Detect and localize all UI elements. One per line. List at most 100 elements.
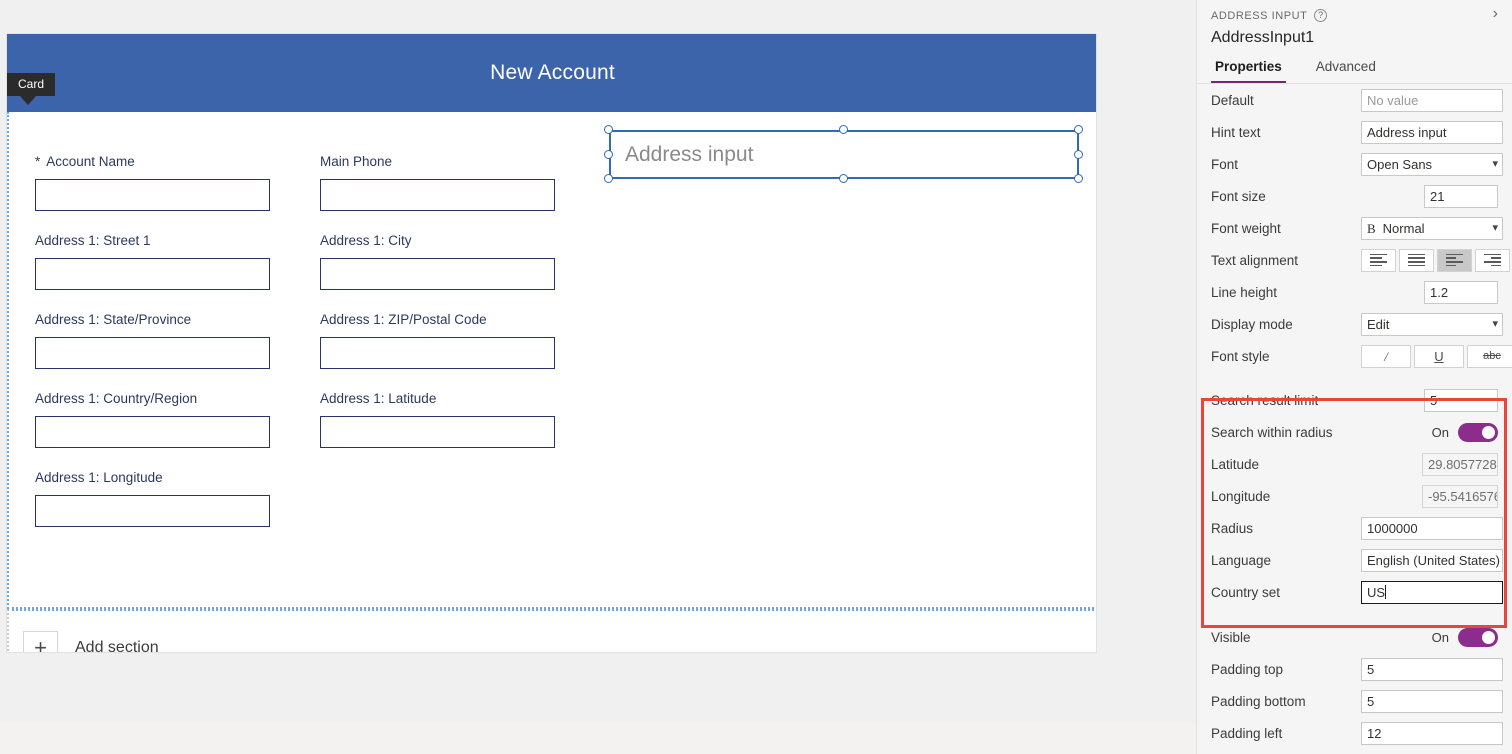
visible-toggle[interactable]: On [1431, 627, 1498, 647]
form-title: New Account [490, 61, 615, 84]
add-section-strip[interactable]: + Add section [7, 609, 1096, 652]
form-body[interactable]: * Account Name Address 1: Street 1 Addres… [7, 112, 1096, 609]
property-label: Font [1211, 156, 1239, 172]
property-row-visible: Visible On [1197, 621, 1512, 653]
field-label: Address 1: Street 1 [35, 233, 151, 248]
resize-handle-top-left[interactable] [604, 125, 613, 134]
form-field-account-name[interactable]: * Account Name [35, 154, 270, 211]
form-field-zip-postal[interactable]: Address 1: ZIP/Postal Code [320, 312, 555, 369]
field-label: Address 1: Longitude [35, 470, 163, 485]
property-row-latitude: Latitude 29.8057728 [1197, 448, 1512, 480]
properties-panel: ADDRESS INPUT ? › AddressInput1 Properti… [1196, 0, 1512, 754]
font-weight-select[interactable]: B Normal ▾ [1361, 216, 1503, 240]
hint-text-input[interactable]: Address input [1361, 120, 1503, 144]
property-label: Country set [1211, 584, 1281, 600]
form-field-state-province[interactable]: Address 1: State/Province [35, 312, 270, 369]
card-tooltip-pointer [20, 96, 36, 105]
field-label: Address 1: ZIP/Postal Code [320, 312, 487, 327]
field-input[interactable] [320, 416, 555, 448]
canvas-editor-area: New Account * Account Name Address 1: Str… [0, 0, 1196, 722]
field-input[interactable] [35, 495, 270, 527]
resize-handle-bottom-center[interactable] [839, 174, 848, 183]
bold-icon: B [1367, 220, 1376, 236]
resize-handle-bottom-right[interactable] [1074, 174, 1083, 183]
property-label: Latitude [1211, 456, 1260, 472]
form-field-city[interactable]: Address 1: City [320, 233, 555, 290]
form-field-latitude[interactable]: Address 1: Latitude [320, 391, 555, 448]
resize-handle-middle-right[interactable] [1074, 150, 1083, 159]
card-tooltip-badge: Card [7, 73, 56, 105]
property-label: Font weight [1211, 220, 1281, 236]
search-within-radius-toggle[interactable]: On [1432, 422, 1498, 442]
font-style-segment: / U abc [1361, 344, 1512, 368]
align-left-selected-icon[interactable] [1437, 248, 1472, 272]
search-result-limit-input[interactable]: 5 [1424, 388, 1498, 412]
country-set-input[interactable]: US [1361, 580, 1503, 604]
property-label: Font style [1211, 348, 1270, 364]
form-field-main-phone[interactable]: Main Phone [320, 154, 555, 211]
form-field-longitude[interactable]: Address 1: Longitude [35, 470, 270, 527]
underline-icon[interactable]: U [1414, 344, 1464, 368]
resize-handle-top-right[interactable] [1074, 125, 1083, 134]
padding-bottom-input[interactable]: 5 [1361, 689, 1503, 713]
font-select[interactable]: Open Sans ▾ [1361, 152, 1503, 176]
field-input[interactable] [35, 258, 270, 290]
field-input[interactable] [35, 416, 270, 448]
chevron-down-icon: ▾ [1492, 157, 1498, 170]
property-row-line-height: Line height 1.2 [1197, 276, 1512, 308]
font-size-input[interactable]: 21 [1424, 184, 1498, 208]
padding-top-input[interactable]: 5 [1361, 657, 1503, 681]
line-height-input[interactable]: 1.2 [1424, 280, 1498, 304]
required-asterisk: * [35, 154, 41, 169]
form-header-bar: New Account [7, 34, 1096, 112]
text-caret [1385, 584, 1387, 599]
property-row-padding-left: Padding left 12 [1197, 717, 1512, 749]
property-label: Visible [1211, 629, 1251, 645]
field-input[interactable] [35, 179, 270, 211]
property-row-search-result-limit: Search result limit 5 [1197, 384, 1512, 416]
language-select[interactable]: English (United States) ▾ [1361, 548, 1503, 572]
field-label: Address 1: Country/Region [35, 391, 198, 406]
align-right-icon[interactable] [1475, 248, 1510, 272]
longitude-input: -95.5416576 [1422, 484, 1498, 508]
toggle-state-label: On [1431, 629, 1449, 645]
address-input-hint-text: Address input [625, 142, 754, 166]
align-left-icon[interactable] [1361, 248, 1396, 272]
address-input-control[interactable]: Address input [609, 130, 1079, 179]
form-field-street1[interactable]: Address 1: Street 1 [35, 233, 270, 290]
collapse-panel-icon[interactable]: › [1493, 5, 1498, 23]
display-mode-value: Edit [1367, 316, 1390, 332]
display-mode-select[interactable]: Edit ▾ [1361, 312, 1503, 336]
toggle-track[interactable] [1458, 627, 1498, 647]
field-input[interactable] [320, 337, 555, 369]
help-icon[interactable]: ? [1314, 9, 1328, 22]
tab-advanced[interactable]: Advanced [1312, 59, 1380, 83]
toggle-knob [1482, 425, 1495, 439]
resize-handle-bottom-left[interactable] [604, 174, 613, 183]
properties-panel-tabs: Properties Advanced [1197, 59, 1512, 84]
field-label: Address 1: City [320, 233, 412, 248]
properties-list: Default No value Hint text Address input… [1197, 84, 1512, 749]
italic-icon[interactable]: / [1361, 344, 1411, 368]
align-justify-icon[interactable] [1399, 248, 1434, 272]
tab-properties[interactable]: Properties [1211, 59, 1286, 83]
resize-handle-middle-left[interactable] [604, 150, 613, 159]
chevron-down-icon: ▾ [1492, 317, 1498, 330]
field-label: * Account Name [35, 154, 135, 169]
app-screen[interactable]: New Account * Account Name Address 1: Str… [6, 33, 1097, 653]
control-type-text: ADDRESS INPUT [1211, 9, 1308, 22]
field-input[interactable] [320, 179, 555, 211]
field-input[interactable] [320, 258, 555, 290]
property-row-text-alignment: Text alignment [1197, 244, 1512, 276]
strikethrough-icon[interactable]: abc [1467, 344, 1512, 368]
property-row-country-set: Country set US [1197, 576, 1512, 608]
property-label: Padding left [1211, 725, 1283, 741]
form-field-country-region[interactable]: Address 1: Country/Region [35, 391, 270, 448]
plus-icon[interactable]: + [23, 630, 58, 652]
padding-left-input[interactable]: 12 [1361, 721, 1503, 745]
default-input[interactable]: No value [1361, 88, 1503, 112]
toggle-track[interactable] [1458, 422, 1498, 442]
field-input[interactable] [35, 337, 270, 369]
resize-handle-top-center[interactable] [839, 125, 848, 134]
radius-input[interactable]: 1000000 [1361, 516, 1503, 540]
